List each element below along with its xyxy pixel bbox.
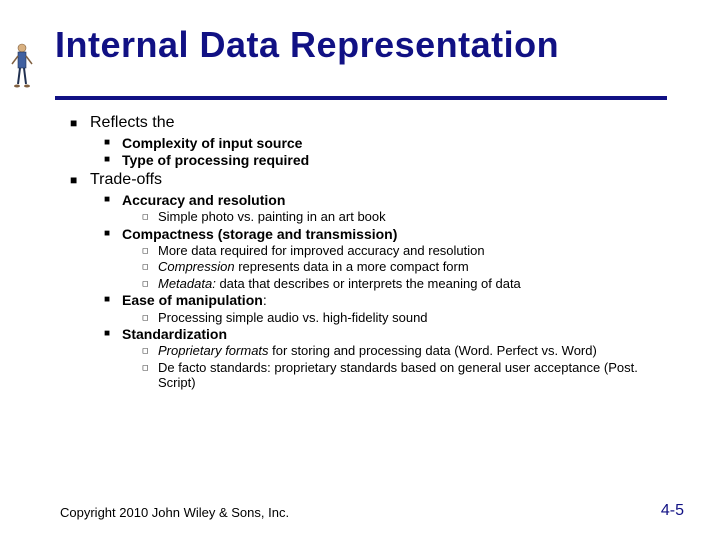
slide-content: ■ Reflects the ■ Complexity of input sou… <box>60 112 670 391</box>
slide: Internal Data Representation ■ Reflects … <box>0 0 720 540</box>
bullet-compression: ◻ Compression represents data in a more … <box>60 259 670 274</box>
square-bullet-icon: ■ <box>104 294 110 306</box>
slide-title: Internal Data Representation <box>55 24 559 66</box>
hollow-square-icon: ◻ <box>142 279 149 288</box>
hollow-square-icon: ◻ <box>142 262 149 271</box>
hollow-square-icon: ◻ <box>142 346 149 355</box>
text-ease: Ease of manipulation <box>122 292 263 308</box>
text-defacto: De facto standards: proprietary standard… <box>158 360 638 390</box>
text-type: Type of processing required <box>122 152 309 168</box>
bullet-standardization: ■ Standardization <box>60 326 670 343</box>
footer-copyright: Copyright 2010 John Wiley & Sons, Inc. <box>60 505 289 520</box>
mascot-icon <box>10 42 34 92</box>
hollow-square-icon: ◻ <box>142 313 149 322</box>
hollow-square-icon: ◻ <box>142 363 149 372</box>
bullet-accuracy: ■ Accuracy and resolution <box>60 192 670 209</box>
text-proprietary-rest: for storing and processing data (Word. P… <box>269 343 597 358</box>
text-compression-rest: represents data in a more compact form <box>235 259 469 274</box>
text-compression-em: Compression <box>158 259 235 274</box>
text-metadata-em: Metadata: <box>158 276 216 291</box>
text-ease-colon: : <box>263 292 267 308</box>
hollow-square-icon: ◻ <box>142 246 149 255</box>
bullet-proprietary: ◻ Proprietary formats for storing and pr… <box>60 343 670 358</box>
text-audio: Processing simple audio vs. high-fidelit… <box>158 310 428 325</box>
bullet-compactness: ■ Compactness (storage and transmission) <box>60 226 670 243</box>
text-compactness: Compactness (storage and transmission) <box>122 226 397 242</box>
text-proprietary-em: Proprietary formats <box>158 343 269 358</box>
hollow-square-icon: ◻ <box>142 212 149 221</box>
square-bullet-icon: ■ <box>104 328 110 340</box>
square-bullet-icon: ■ <box>104 194 110 206</box>
bullet-defacto: ◻ De facto standards: proprietary standa… <box>60 360 670 391</box>
text-reflects: Reflects the <box>90 114 174 131</box>
bullet-photo: ◻ Simple photo vs. painting in an art bo… <box>60 209 670 224</box>
square-bullet-icon: ■ <box>70 173 77 187</box>
bullet-metadata: ◻ Metadata: data that describes or inter… <box>60 276 670 291</box>
bullet-type: ■ Type of processing required <box>60 152 670 169</box>
text-moredata: More data required for improved accuracy… <box>158 243 485 258</box>
text-photo: Simple photo vs. painting in an art book <box>158 209 386 224</box>
bullet-complexity: ■ Complexity of input source <box>60 135 670 152</box>
text-accuracy: Accuracy and resolution <box>122 192 285 208</box>
square-bullet-icon: ■ <box>70 116 77 130</box>
bullet-tradeoffs: ■ Trade-offs <box>60 171 670 190</box>
footer-page-number: 4-5 <box>661 502 684 520</box>
square-bullet-icon: ■ <box>104 228 110 240</box>
bullet-ease: ■ Ease of manipulation: <box>60 292 670 309</box>
bullet-moredata: ◻ More data required for improved accura… <box>60 243 670 258</box>
square-bullet-icon: ■ <box>104 154 110 166</box>
text-complexity: Complexity of input source <box>122 135 302 151</box>
text-tradeoffs: Trade-offs <box>90 171 162 188</box>
text-metadata-rest: data that describes or interprets the me… <box>216 276 521 291</box>
bullet-reflects: ■ Reflects the <box>60 114 670 133</box>
square-bullet-icon: ■ <box>104 137 110 149</box>
title-underline <box>55 96 667 100</box>
text-standardization: Standardization <box>122 326 227 342</box>
bullet-audio: ◻ Processing simple audio vs. high-fidel… <box>60 310 670 325</box>
